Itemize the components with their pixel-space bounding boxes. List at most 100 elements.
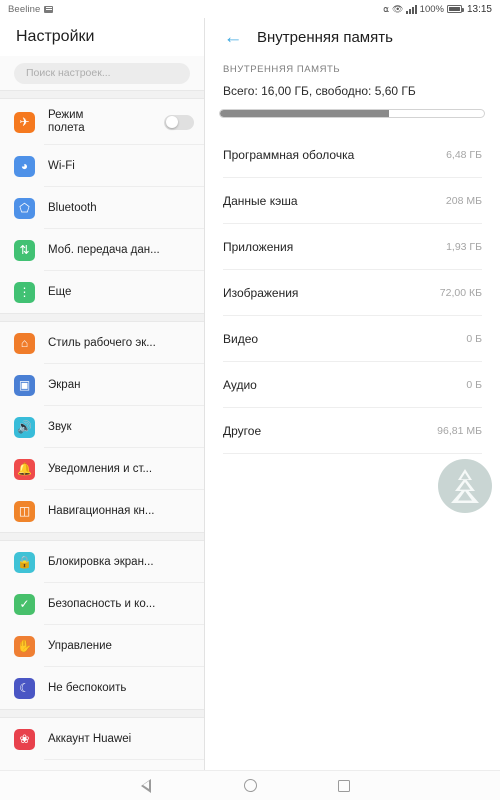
search-input[interactable]: Поиск настроек...	[14, 62, 190, 84]
sidebar-item-gestures[interactable]: ✋ Управление	[0, 625, 204, 667]
row-label: Другое	[223, 424, 262, 438]
sidebar-item-label: Моб. передача дан...	[48, 243, 160, 256]
signal-bars-icon	[406, 4, 417, 14]
tree-watermark-icon	[438, 459, 492, 513]
airplane-mode-toggle[interactable]	[164, 114, 194, 130]
sidebar-item-security[interactable]: ✓ Безопасность и ко...	[0, 583, 204, 625]
storage-totals-label: Всего: 16,00 ГБ, свободно: 5,60 ГБ	[223, 84, 416, 98]
sidebar-item-label: Wi-Fi	[48, 159, 75, 172]
settings-sidebar: Настройки Поиск настроек... ✈ Режим поле…	[0, 18, 205, 770]
group-divider	[0, 90, 204, 99]
row-label: Приложения	[223, 240, 294, 254]
gesture-hand-icon: ✋	[14, 635, 35, 657]
headphone-icon: ⍺	[383, 3, 390, 14]
row-label: Программная оболочка	[223, 148, 355, 162]
airplane-icon: ✈	[14, 111, 35, 133]
sidebar-item-display[interactable]: ▣ Экран	[0, 364, 204, 406]
storage-detail-pane: ← Внутренняя память ВНУТРЕННЯЯ ПАМЯТЬ Вс…	[205, 18, 500, 770]
phone-screen: Beeline ⍺ 👁 100% 13:15 Настройки Поиск н…	[0, 0, 500, 800]
group-divider	[0, 709, 204, 718]
sidebar-item-label: Уведомления и ст...	[48, 462, 153, 475]
sidebar-item-label: Не беспокоить	[48, 681, 127, 694]
more-dots-icon: ⋮	[14, 281, 35, 303]
display-icon: ▣	[14, 374, 35, 396]
search-placeholder: Поиск настроек...	[26, 67, 111, 79]
status-bar-left: Beeline	[8, 3, 54, 15]
row-value: 0 Б	[466, 379, 482, 391]
arrow-left-icon[interactable]: ←	[223, 27, 243, 47]
clock-label: 13:15	[466, 3, 492, 15]
search-area: Поиск настроек...	[0, 56, 204, 90]
row-value: 72,00 КБ	[439, 287, 482, 299]
battery-full-icon	[446, 5, 464, 13]
sidebar-item-huawei-account[interactable]: ❀ Аккаунт Huawei	[0, 718, 204, 760]
sidebar-item-accounts[interactable]: 👤 Аккаунты	[0, 760, 204, 770]
sim-card-icon	[44, 5, 54, 13]
row-label: Аудио	[223, 378, 257, 392]
home-style-icon: ⌂	[14, 332, 35, 354]
sidebar-item-more[interactable]: ⋮ Еще	[0, 271, 204, 313]
sidebar-item-label: Bluetooth	[48, 201, 97, 214]
section-header: ВНУТРЕННЯЯ ПАМЯТЬ	[205, 56, 500, 82]
sidebar-item-home-style[interactable]: ⌂ Стиль рабочего эк...	[0, 322, 204, 364]
row-label: Видео	[223, 332, 259, 346]
back-triangle-icon[interactable]	[140, 778, 163, 793]
storage-row-system[interactable]: Программная оболочка 6,48 ГБ	[205, 132, 500, 178]
sidebar-item-label: Еще	[48, 285, 72, 298]
storage-row-video[interactable]: Видео 0 Б	[205, 316, 500, 362]
eye-icon: 👁	[392, 3, 404, 14]
row-value: 0 Б	[466, 333, 482, 345]
sidebar-item-sound[interactable]: 🔊 Звук	[0, 406, 204, 448]
sidebar-item-navigation-key[interactable]: ◫ Навигационная кн...	[0, 490, 204, 532]
mobile-data-icon: ⇅	[14, 239, 35, 261]
notification-bell-icon: 🔔	[14, 458, 35, 480]
detail-header: ← Внутренняя память	[205, 18, 500, 56]
detail-title: Внутренняя память	[257, 28, 393, 46]
sidebar-item-label: Режим полета	[48, 109, 85, 134]
storage-usage-bar	[205, 98, 500, 118]
row-value: 208 МБ	[445, 195, 482, 207]
storage-row-apps[interactable]: Приложения 1,93 ГБ	[205, 224, 500, 270]
sidebar-item-label: Стиль рабочего эк...	[48, 336, 156, 349]
row-value: 6,48 ГБ	[446, 149, 482, 161]
sidebar-items: ✈ Режим полета ◕ Wi-Fi ⬠ Bluetooth ⇅ Моб…	[0, 99, 204, 770]
sidebar-item-lock-screen[interactable]: 🔒 Блокировка экран...	[0, 541, 204, 583]
storage-rows: Программная оболочка 6,48 ГБ Данные кэша…	[205, 132, 500, 454]
sidebar-item-label: Аккаунт Huawei	[48, 732, 132, 745]
sidebar-item-label: Звук	[48, 420, 72, 433]
storage-row-audio[interactable]: Аудио 0 Б	[205, 362, 500, 408]
storage-row-cache[interactable]: Данные кэша 208 МБ	[205, 178, 500, 224]
sidebar-item-notifications[interactable]: 🔔 Уведомления и ст...	[0, 448, 204, 490]
storage-row-other[interactable]: Другое 96,81 МБ	[205, 408, 500, 454]
sidebar-item-bluetooth[interactable]: ⬠ Bluetooth	[0, 187, 204, 229]
android-navigation-bar	[0, 770, 500, 800]
do-not-disturb-moon-icon: ☾	[14, 677, 35, 699]
wifi-icon: ◕	[14, 155, 35, 177]
sidebar-item-airplane-mode[interactable]: ✈ Режим полета	[0, 99, 204, 145]
row-value: 96,81 МБ	[437, 425, 482, 437]
group-divider	[0, 532, 204, 541]
carrier-label: Beeline	[8, 3, 41, 15]
sidebar-item-mobile-data[interactable]: ⇅ Моб. передача дан...	[0, 229, 204, 271]
sidebar-item-label: Блокировка экран...	[48, 555, 154, 568]
row-label: Данные кэша	[223, 194, 298, 208]
sidebar-item-wifi[interactable]: ◕ Wi-Fi	[0, 145, 204, 187]
page-title: Настройки	[16, 28, 95, 45]
sidebar-item-do-not-disturb[interactable]: ☾ Не беспокоить	[0, 667, 204, 709]
navigation-key-icon: ◫	[14, 500, 35, 522]
sidebar-item-label: Навигационная кн...	[48, 504, 155, 517]
huawei-flower-icon: ❀	[14, 728, 35, 750]
status-bar-right: ⍺ 👁 100% 13:15	[383, 4, 492, 15]
sidebar-header: Настройки	[0, 18, 204, 56]
sidebar-item-label: Управление	[48, 639, 112, 652]
status-bar: Beeline ⍺ 👁 100% 13:15	[0, 0, 500, 18]
security-shield-icon: ✓	[14, 593, 35, 615]
battery-percent-label: 100%	[419, 3, 444, 15]
sidebar-item-label: Экран	[48, 378, 81, 391]
storage-row-images[interactable]: Изображения 72,00 КБ	[205, 270, 500, 316]
row-value: 1,93 ГБ	[446, 241, 482, 253]
home-circle-icon[interactable]	[243, 779, 257, 793]
lock-screen-icon: 🔒	[14, 551, 35, 573]
content-panes: Настройки Поиск настроек... ✈ Режим поле…	[0, 18, 500, 770]
recents-square-icon[interactable]	[337, 779, 351, 793]
